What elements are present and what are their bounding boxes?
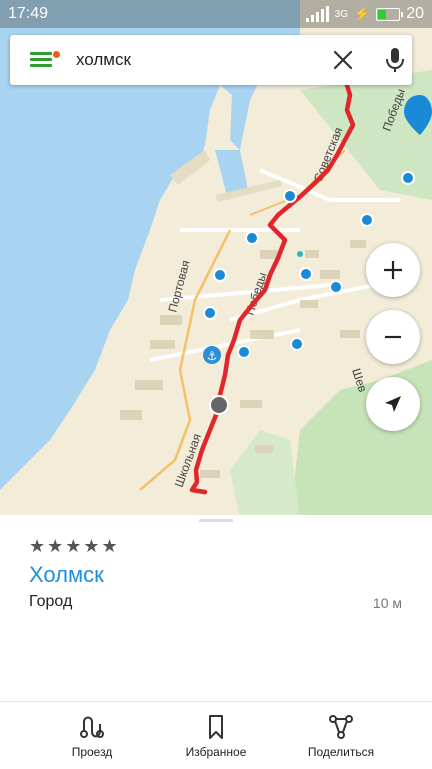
- favorites-label: Избранное: [185, 745, 247, 759]
- status-time: 17:49: [8, 5, 49, 22]
- share-icon: [329, 715, 353, 739]
- current-location-marker: [209, 395, 229, 415]
- poi-marker: [203, 306, 217, 320]
- poi-marker: [213, 268, 227, 282]
- share-label: Поделиться: [307, 745, 375, 759]
- charging-icon: ⚡: [354, 6, 371, 21]
- poi-marker: [401, 171, 415, 185]
- menu-button[interactable]: [22, 47, 60, 73]
- clear-search-button[interactable]: [330, 47, 356, 73]
- sheet-handle[interactable]: [199, 519, 233, 522]
- poi-marker: [329, 280, 343, 294]
- search-bar[interactable]: холмск: [10, 35, 412, 85]
- anchor-icon: ⚓: [203, 346, 221, 364]
- poi-marker: [290, 337, 304, 351]
- mic-icon: [386, 48, 404, 72]
- battery-icon: [376, 7, 404, 21]
- poi-marker: [360, 213, 374, 227]
- poi-marker: [237, 345, 251, 359]
- notification-dot: [53, 51, 60, 58]
- my-location-button[interactable]: [366, 377, 420, 431]
- poi-marker: [245, 231, 259, 245]
- bookmark-icon: [209, 715, 223, 739]
- place-name[interactable]: Холмск: [29, 562, 104, 588]
- search-input[interactable]: холмск: [76, 50, 131, 70]
- plus-icon: [384, 261, 402, 279]
- voice-search-button[interactable]: [382, 46, 408, 74]
- route-label: Проезд: [71, 745, 113, 759]
- status-bar: 17:49 3G ⚡ 20: [0, 0, 432, 28]
- poi-marker: [299, 267, 313, 281]
- rating-stars: ★★★★★: [29, 536, 120, 556]
- zoom-out-button[interactable]: [366, 310, 420, 364]
- place-distance: 10 м: [372, 595, 402, 611]
- route-icon: [80, 716, 104, 738]
- network-type: 3G: [334, 8, 349, 20]
- share-button[interactable]: Поделиться: [296, 702, 386, 769]
- zoom-in-button[interactable]: [366, 243, 420, 297]
- poi-marker: [283, 189, 297, 203]
- favorites-button[interactable]: Избранное: [176, 702, 256, 769]
- minus-icon: [385, 335, 401, 339]
- navigate-arrow-icon: [385, 396, 401, 412]
- close-icon: [333, 50, 353, 70]
- place-type: Город: [29, 593, 73, 610]
- svg-text:⚓: ⚓: [207, 349, 218, 363]
- signal-icon: [305, 6, 329, 22]
- route-button[interactable]: Проезд: [52, 702, 132, 769]
- bottom-action-bar: Проезд Избранное Поделиться: [0, 701, 432, 769]
- battery-level: 20: [406, 5, 424, 22]
